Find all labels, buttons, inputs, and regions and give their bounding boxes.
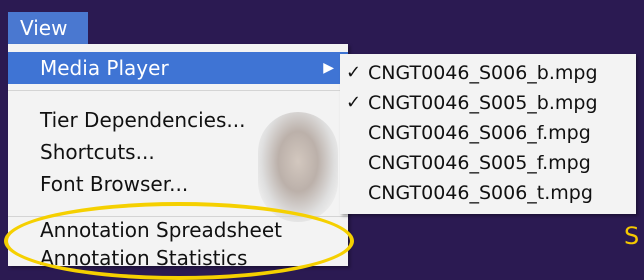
- checkmark-icon: ✓: [346, 62, 362, 83]
- partial-caption-text: S: [624, 222, 640, 250]
- menu-item-label: Media Player: [40, 56, 169, 80]
- submenu-item-label: CNGT0046_S006_f.mpg: [368, 122, 591, 144]
- chevron-right-icon: ▶: [323, 60, 334, 76]
- submenu-item-label: CNGT0046_S005_b.mpg: [368, 92, 598, 114]
- menu-item-font-browser[interactable]: Font Browser...: [8, 168, 348, 200]
- menu-item-label: Shortcuts...: [40, 140, 155, 164]
- submenu-item-video[interactable]: CNGT0046_S006_f.mpg: [340, 118, 636, 148]
- menu-item-media-player[interactable]: Media Player ▶: [8, 52, 348, 84]
- submenu-item-video[interactable]: CNGT0046_S006_t.mpg: [340, 178, 636, 208]
- yellow-highlight-ellipse: [4, 202, 354, 280]
- menu-item-label: Font Browser...: [40, 172, 189, 196]
- menu-item-shortcuts[interactable]: Shortcuts...: [8, 136, 348, 168]
- menu-separator: [8, 90, 348, 91]
- menu-item-tier-dependencies[interactable]: Tier Dependencies...: [8, 104, 348, 136]
- checkmark-icon: ✓: [346, 92, 362, 113]
- menu-item-label: Tier Dependencies...: [40, 108, 246, 132]
- menu-bar: View: [0, 0, 644, 44]
- view-menu[interactable]: View: [8, 12, 88, 44]
- submenu-item-video[interactable]: ✓ CNGT0046_S006_b.mpg: [340, 58, 636, 88]
- submenu-item-video[interactable]: ✓ CNGT0046_S005_b.mpg: [340, 88, 636, 118]
- submenu-item-label: CNGT0046_S005_f.mpg: [368, 152, 591, 174]
- media-player-submenu: ✓ CNGT0046_S006_b.mpg ✓ CNGT0046_S005_b.…: [340, 54, 636, 214]
- submenu-item-video[interactable]: CNGT0046_S005_f.mpg: [340, 148, 636, 178]
- submenu-item-label: CNGT0046_S006_t.mpg: [368, 182, 593, 204]
- submenu-item-label: CNGT0046_S006_b.mpg: [368, 62, 598, 84]
